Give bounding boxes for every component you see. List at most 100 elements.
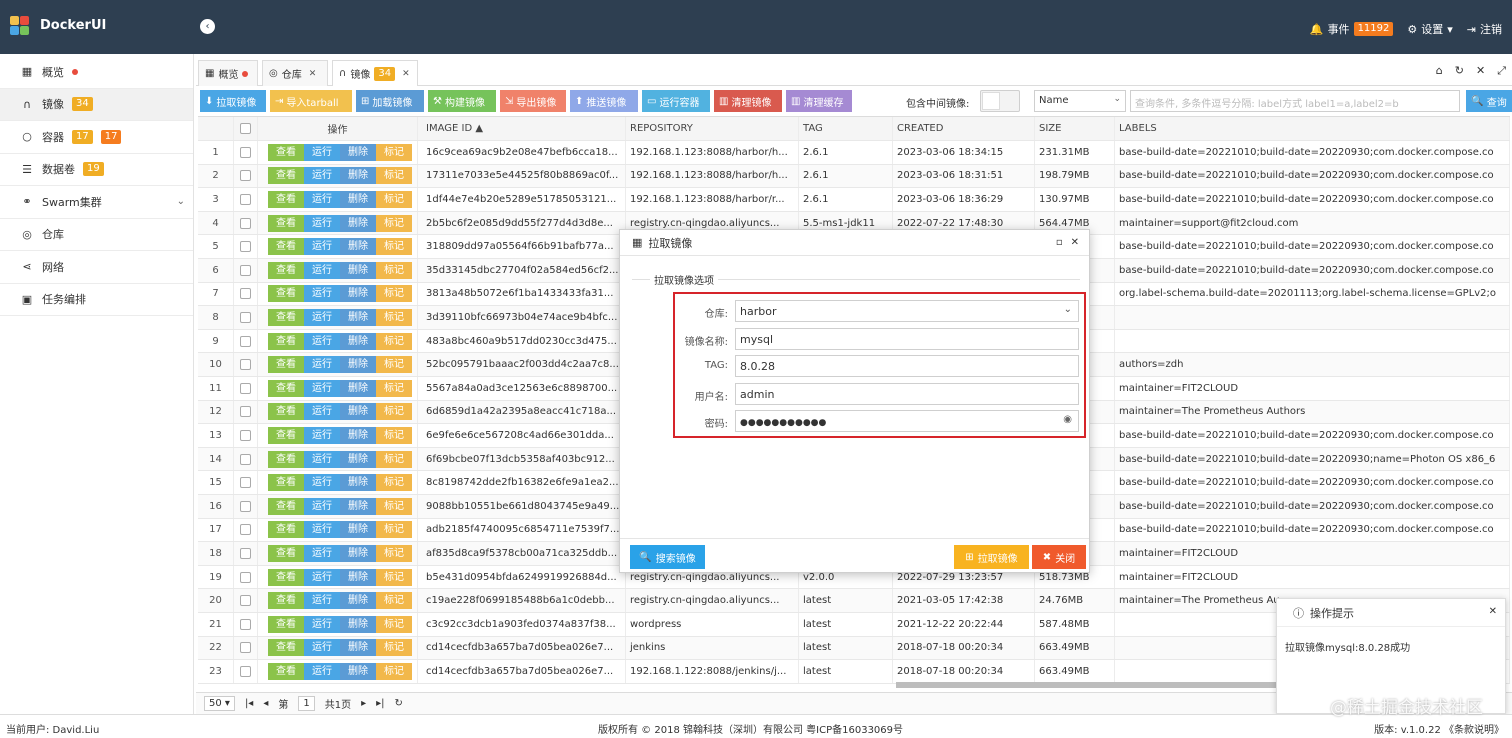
view-button[interactable]: 查看	[268, 238, 304, 256]
row-checkbox[interactable]	[240, 642, 251, 654]
sidebar-item-registry[interactable]: ◎ 仓库	[0, 219, 193, 251]
column-header-tag[interactable]: TAG	[799, 117, 893, 140]
close-icon[interactable]: ✕	[1071, 237, 1079, 248]
delete-button[interactable]: 删除	[340, 403, 376, 421]
delete-button[interactable]: 删除	[340, 238, 376, 256]
eye-icon[interactable]: ◉	[1063, 414, 1072, 425]
row-checkbox[interactable]	[240, 571, 251, 583]
fullscreen-icon[interactable]: ⤢	[1497, 64, 1506, 78]
image-name-input[interactable]: mysql	[735, 328, 1079, 350]
delete-button[interactable]: 删除	[340, 544, 376, 562]
sidebar-item-swarm[interactable]: ⚭ Swarm集群 ⌄	[0, 186, 193, 219]
tag-button[interactable]: 标记	[376, 238, 412, 256]
view-button[interactable]: 查看	[268, 615, 304, 633]
close-icon[interactable]: ✕	[1476, 64, 1485, 78]
run-button[interactable]: 运行	[304, 639, 340, 657]
tag-button[interactable]: 标记	[376, 662, 412, 680]
import-tarball-button[interactable]: ⇥ 导入tarball	[270, 90, 352, 112]
view-button[interactable]: 查看	[268, 403, 304, 421]
column-header-labels[interactable]: LABELS	[1115, 117, 1510, 140]
column-header-size[interactable]: SIZE	[1035, 117, 1115, 140]
delete-button[interactable]: 删除	[340, 639, 376, 657]
delete-button[interactable]: 删除	[340, 521, 376, 539]
build-image-button[interactable]: ⚒ 构建镜像	[428, 90, 496, 112]
row-checkbox[interactable]	[240, 453, 251, 465]
row-checkbox[interactable]	[240, 311, 251, 323]
close-icon[interactable]: ✕	[1489, 606, 1497, 617]
delete-button[interactable]: 删除	[340, 379, 376, 397]
run-button[interactable]: 运行	[304, 592, 340, 610]
tag-input[interactable]: 8.0.28	[735, 355, 1079, 377]
tag-button[interactable]: 标记	[376, 332, 412, 350]
tag-button[interactable]: 标记	[376, 639, 412, 657]
row-checkbox[interactable]	[240, 524, 251, 536]
run-button[interactable]: 运行	[304, 497, 340, 515]
include-intermediate-toggle[interactable]	[980, 90, 1020, 112]
table-row[interactable]: 2 查看 运行 删除 标记 17311e7033e5e44525f80b8869ac0f.…	[198, 164, 1510, 189]
row-checkbox[interactable]	[240, 217, 251, 229]
row-checkbox[interactable]	[240, 595, 251, 607]
tag-button[interactable]: 标记	[376, 190, 412, 208]
header-checkbox-cell[interactable]	[234, 117, 258, 140]
view-button[interactable]: 查看	[268, 450, 304, 468]
view-button[interactable]: 查看	[268, 568, 304, 586]
password-input[interactable]: ●●●●●●●●●●● ◉	[735, 410, 1079, 432]
view-button[interactable]: 查看	[268, 356, 304, 374]
export-image-button[interactable]: ⇲ 导出镜像	[500, 90, 566, 112]
tab-registry[interactable]: ◎ 仓库 ✕	[262, 60, 328, 86]
query-input[interactable]: 查询条件, 多条件逗号分隔: label方式 label1=a,label2=b	[1130, 90, 1460, 112]
sidebar-item-images[interactable]: ∩ 镜像 34	[0, 88, 193, 121]
row-checkbox[interactable]	[240, 618, 251, 630]
view-button[interactable]: 查看	[268, 662, 304, 680]
push-image-button[interactable]: ⬆ 推送镜像	[570, 90, 638, 112]
delete-button[interactable]: 删除	[340, 497, 376, 515]
run-button[interactable]: 运行	[304, 190, 340, 208]
run-button[interactable]: 运行	[304, 308, 340, 326]
delete-button[interactable]: 删除	[340, 214, 376, 232]
delete-button[interactable]: 删除	[340, 190, 376, 208]
delete-button[interactable]: 删除	[340, 662, 376, 680]
tag-button[interactable]: 标记	[376, 474, 412, 492]
view-button[interactable]: 查看	[268, 143, 304, 161]
run-button[interactable]: 运行	[304, 285, 340, 303]
view-button[interactable]: 查看	[268, 592, 304, 610]
prune-cache-button[interactable]: ▥ 清理缓存	[786, 90, 852, 112]
run-button[interactable]: 运行	[304, 403, 340, 421]
tab-images[interactable]: ∩ 镜像 34 ✕	[332, 60, 418, 86]
row-checkbox[interactable]	[240, 264, 251, 276]
page-number-input[interactable]: 1	[298, 696, 315, 711]
run-button[interactable]: 运行	[304, 167, 340, 185]
sidebar-item-network[interactable]: ⋖ 网络	[0, 251, 193, 284]
tag-button[interactable]: 标记	[376, 521, 412, 539]
logout-link[interactable]: ⇥ 注销	[1467, 21, 1502, 37]
close-icon[interactable]: ✕	[402, 69, 410, 79]
view-button[interactable]: 查看	[268, 474, 304, 492]
version-info[interactable]: 版本: v.1.0.22 《条款说明》	[1374, 721, 1504, 736]
close-icon[interactable]: ✕	[309, 69, 317, 79]
view-button[interactable]: 查看	[268, 167, 304, 185]
tag-button[interactable]: 标记	[376, 544, 412, 562]
tag-button[interactable]: 标记	[376, 592, 412, 610]
row-checkbox[interactable]	[240, 477, 251, 489]
tag-button[interactable]: 标记	[376, 285, 412, 303]
tag-button[interactable]: 标记	[376, 426, 412, 444]
tag-button[interactable]: 标记	[376, 308, 412, 326]
delete-button[interactable]: 删除	[340, 167, 376, 185]
row-checkbox[interactable]	[240, 665, 251, 677]
last-page-icon[interactable]: ▸|	[376, 698, 384, 709]
delete-button[interactable]: 删除	[340, 332, 376, 350]
row-checkbox[interactable]	[240, 500, 251, 512]
tag-button[interactable]: 标记	[376, 379, 412, 397]
view-button[interactable]: 查看	[268, 544, 304, 562]
select-all-checkbox[interactable]	[240, 123, 251, 134]
delete-button[interactable]: 删除	[340, 143, 376, 161]
delete-button[interactable]: 删除	[340, 615, 376, 633]
delete-button[interactable]: 删除	[340, 450, 376, 468]
prev-page-icon[interactable]: ◂	[263, 698, 268, 709]
run-button[interactable]: 运行	[304, 356, 340, 374]
tab-overview[interactable]: ▦ 概览	[198, 60, 258, 86]
sidebar-item-overview[interactable]: ▦ 概览	[0, 56, 193, 89]
column-header-id[interactable]: IMAGE ID ▲	[422, 117, 626, 140]
tag-button[interactable]: 标记	[376, 143, 412, 161]
home-icon[interactable]: ⌂	[1436, 64, 1443, 78]
